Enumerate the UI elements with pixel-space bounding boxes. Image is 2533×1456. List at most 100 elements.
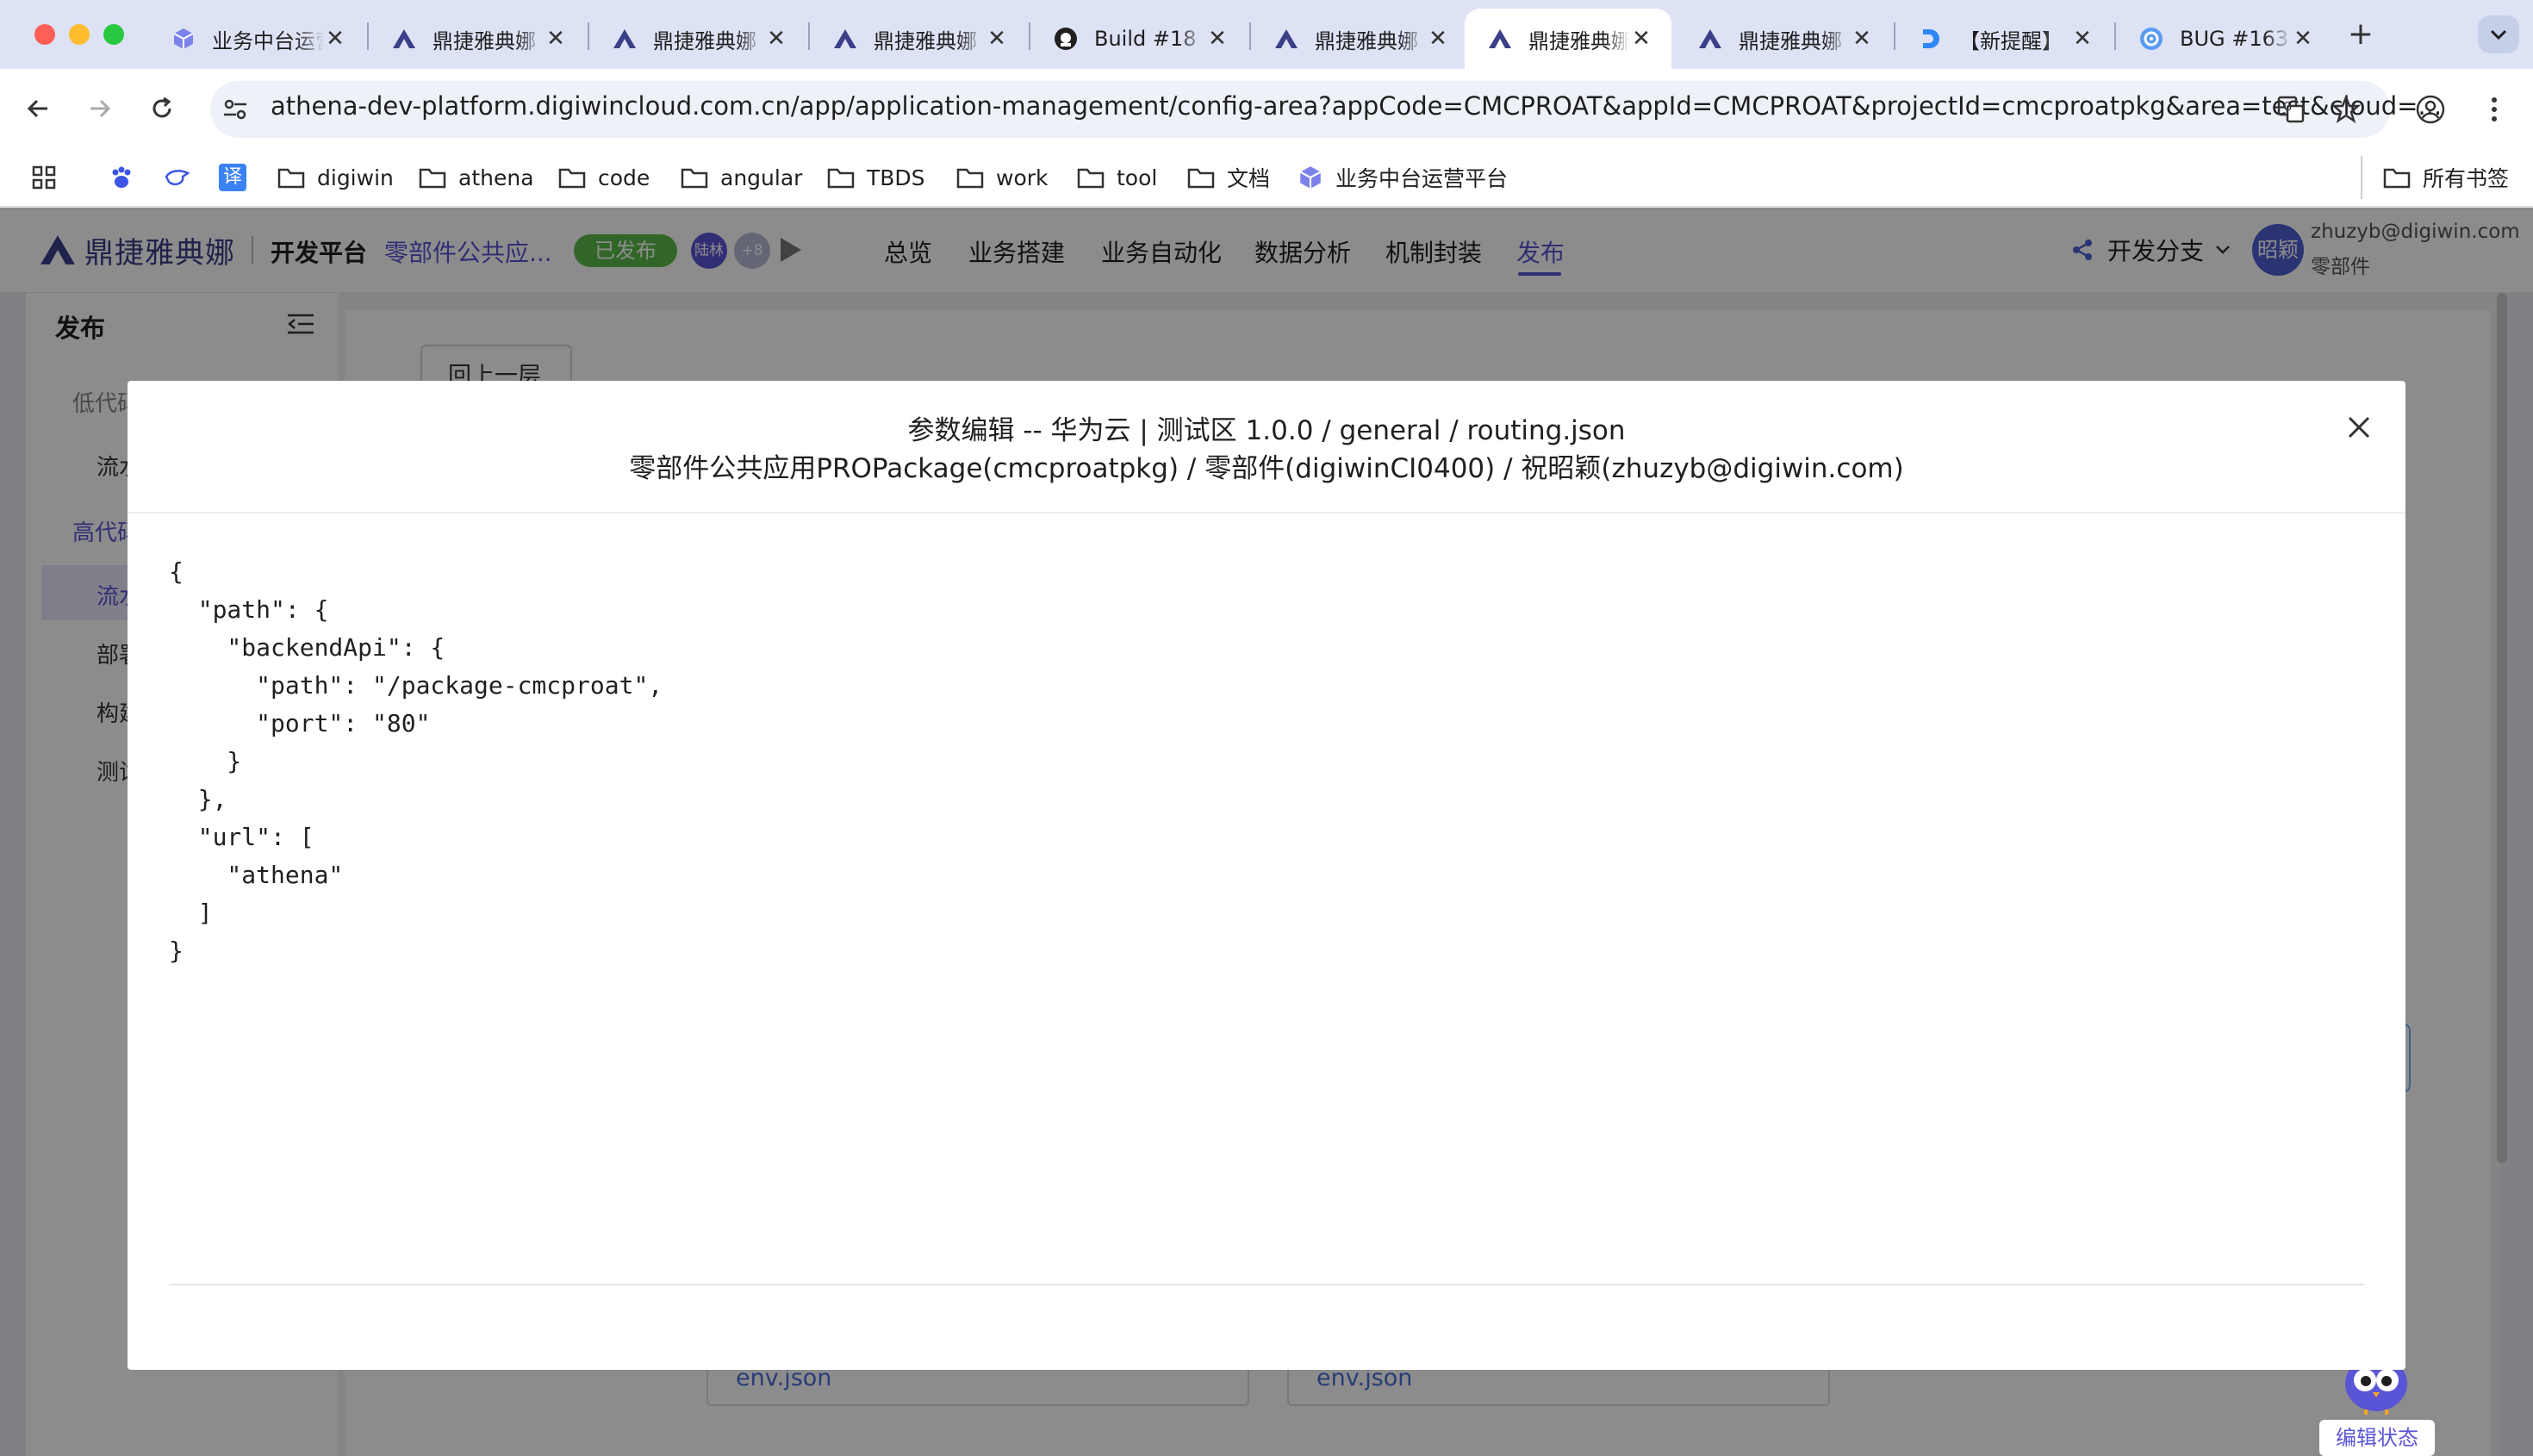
bird-icon: [165, 170, 190, 186]
tab-close-icon[interactable]: ✕: [1630, 26, 1652, 52]
bookmark-folder[interactable]: angular: [681, 156, 802, 199]
bookmark-folder[interactable]: TBDS: [827, 156, 925, 199]
tab-close-icon[interactable]: ✕: [1206, 26, 1229, 52]
bookmark-label: athena: [458, 165, 534, 190]
folder-icon: [419, 168, 446, 189]
more-menu-icon[interactable]: [2474, 90, 2514, 129]
arrow-left-icon: [27, 99, 47, 118]
site-info-icon[interactable]: [215, 90, 255, 129]
chevron-down-icon: [2490, 29, 2507, 40]
folder-icon: [1077, 168, 1105, 189]
browser-tab[interactable]: 业务中台运营平台 ✕: [148, 9, 365, 69]
window-close-button[interactable]: [34, 24, 55, 45]
baidu-paw-icon: [112, 166, 131, 188]
json-code-editor[interactable]: { "path": { "backendApi": { "path": "/pa…: [169, 553, 2364, 1277]
athena-logo-icon: [1487, 26, 1513, 52]
browser-tab[interactable]: 鼎捷雅典娜 ✕: [810, 9, 1027, 69]
tab-title: 鼎捷雅典娜: [874, 28, 977, 53]
forward-button[interactable]: [81, 90, 119, 128]
browser-tab[interactable]: 鼎捷雅典娜 ✕: [1675, 9, 1892, 69]
bug-tracker-icon: [2138, 26, 2164, 52]
bookmark-folder[interactable]: work: [956, 156, 1049, 199]
tab-close-icon[interactable]: ✕: [1427, 26, 1449, 52]
bookmark-label: tool: [1117, 165, 1158, 190]
folder-icon: [681, 168, 708, 189]
bookmark-folder[interactable]: 文档: [1187, 156, 1270, 199]
arrow-right-icon: [90, 99, 111, 118]
translate-icon: 译: [219, 164, 246, 191]
browser-tab[interactable]: 鼎捷雅典娜 ✕: [589, 9, 806, 69]
bookmark-bird[interactable]: [164, 156, 203, 199]
tab-title: Build #18: [1094, 27, 1197, 51]
d-logo-icon: [1918, 26, 1944, 52]
browser-tab[interactable]: 鼎捷雅典娜 ✕: [369, 9, 586, 69]
bookmark-label: digiwin: [317, 165, 394, 190]
folder-icon: [956, 168, 984, 189]
browser-tab[interactable]: Build #18 ✕: [1030, 9, 1248, 69]
tab-title: 鼎捷雅典娜: [1315, 28, 1418, 53]
tab-close-icon[interactable]: ✕: [1851, 26, 1873, 52]
tab-title: BUG #163: [2180, 27, 2289, 51]
tab-title: 鼎捷雅典娜: [653, 28, 756, 53]
folder-icon: [827, 168, 855, 189]
browser-tab[interactable]: 【新提醒】 ✕: [1895, 9, 2113, 69]
address-url[interactable]: athena-dev-platform.digiwincloud.com.cn/…: [271, 91, 2442, 121]
browser-tab-active[interactable]: 鼎捷雅典娜 ✕: [1465, 9, 1671, 69]
bookmark-label: angular: [720, 165, 803, 190]
bookmark-baidu[interactable]: [109, 156, 146, 199]
modal-header-divider: [128, 512, 2405, 513]
browser-tab[interactable]: 鼎捷雅典娜 ✕: [1251, 9, 1468, 69]
bookmark-label: work: [996, 165, 1049, 190]
window-zoom-button[interactable]: [103, 24, 124, 45]
translate-page-icon[interactable]: G: [2271, 90, 2311, 129]
bookmark-label: code: [598, 165, 650, 190]
bookmark-folder[interactable]: athena: [419, 156, 534, 199]
all-bookmarks[interactable]: 所有书签: [2361, 156, 2509, 199]
folder-icon: [277, 168, 305, 189]
athena-logo-icon: [391, 26, 417, 52]
back-button[interactable]: [19, 90, 57, 128]
tab-close-icon[interactable]: ✕: [545, 26, 567, 52]
bookmark-apps[interactable]: [31, 156, 69, 199]
edit-status-label[interactable]: 编辑状态: [2319, 1420, 2435, 1456]
close-icon[interactable]: [2340, 408, 2378, 446]
modal-title: 参数编辑 -- 华为云 | 测试区 1.0.0 / general / rout…: [907, 415, 1626, 446]
tab-title: 鼎捷雅典娜: [1528, 28, 1630, 53]
tab-title: 【新提醒】: [1959, 28, 2063, 53]
bookmark-label: 文档: [1227, 166, 1271, 191]
tab-close-icon[interactable]: ✕: [2292, 26, 2314, 52]
tab-title: 鼎捷雅典娜: [1739, 28, 1842, 53]
bookmark-link[interactable]: 业务中台运营平台: [1298, 156, 1508, 199]
folder-icon: [558, 168, 586, 189]
bookmark-label: TBDS: [867, 165, 925, 190]
athena-logo-icon: [832, 26, 858, 52]
bookmark-folder[interactable]: digiwin: [277, 156, 394, 199]
tab-title: 鼎捷雅典娜: [433, 28, 536, 53]
bookmark-label: 业务中台运营平台: [1335, 166, 1509, 191]
new-tab-button[interactable]: +: [2342, 16, 2380, 53]
tab-close-icon[interactable]: ✕: [324, 26, 346, 52]
apps-grid-icon: [32, 165, 56, 190]
bookmark-folder[interactable]: tool: [1077, 156, 1157, 199]
athena-logo-icon: [1273, 26, 1299, 52]
reload-button[interactable]: [143, 90, 181, 128]
modal-footer-divider: [169, 1284, 2364, 1285]
cube-icon: [1299, 166, 1322, 189]
athena-logo-icon: [612, 26, 638, 52]
build-icon: [1053, 26, 1079, 52]
browser-tab[interactable]: BUG #163 ✕: [2116, 9, 2333, 69]
bookmark-translate[interactable]: 译: [219, 156, 246, 199]
tab-close-icon[interactable]: ✕: [986, 26, 1008, 52]
bookmark-folder[interactable]: code: [558, 156, 650, 199]
tab-title: 业务中台运营平台: [212, 28, 324, 53]
window-minimize-button[interactable]: [69, 24, 90, 45]
bookmark-star-icon[interactable]: [2326, 90, 2366, 129]
cube-icon: [171, 26, 196, 52]
folder-icon: [2383, 168, 2411, 189]
all-bookmarks-label: 所有书签: [2423, 166, 2510, 191]
svg-text:G: G: [2283, 101, 2292, 114]
profile-icon[interactable]: [2411, 90, 2450, 129]
tab-search-button[interactable]: [2478, 16, 2519, 53]
tab-close-icon[interactable]: ✕: [765, 26, 787, 52]
tab-close-icon[interactable]: ✕: [2071, 26, 2094, 52]
